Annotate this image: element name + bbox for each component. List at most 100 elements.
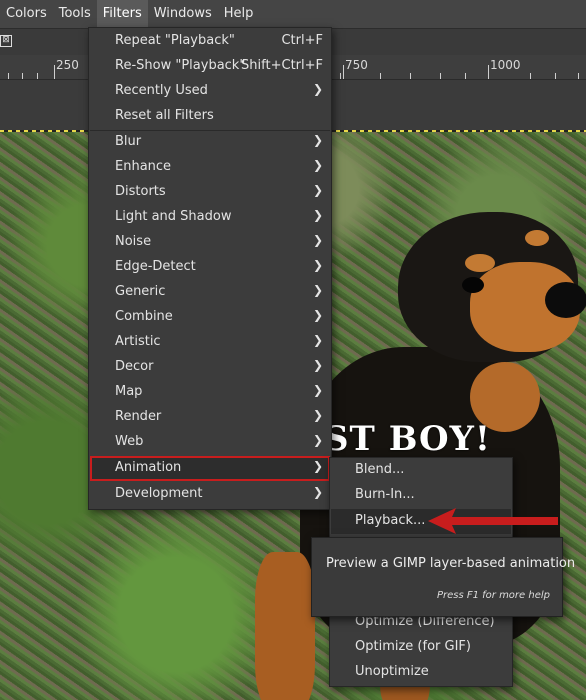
ruler-tick: [37, 73, 38, 79]
menu-item-label: Edge-Detect: [115, 259, 196, 274]
menu-item-render[interactable]: Render ❯: [90, 405, 330, 430]
chevron-right-icon: ❯: [312, 183, 323, 197]
menu-item-label: Repeat "Playback": [115, 33, 235, 48]
menu-item-label: Blend...: [355, 462, 405, 477]
menu-item-reset-filters[interactable]: Reset all Filters: [90, 104, 330, 129]
tooltip: Preview a GIMP layer-based animation Pre…: [311, 537, 575, 617]
ruler-tick: [410, 73, 411, 79]
menu-item-blur[interactable]: Blur ❯: [90, 130, 330, 155]
menu-item-combine[interactable]: Combine ❯: [90, 305, 330, 330]
dog-brow: [525, 230, 549, 246]
menu-help[interactable]: Help: [218, 0, 260, 28]
ruler-tick: [22, 73, 23, 79]
menu-item-label: Map: [115, 384, 143, 399]
menu-item-label: Render: [115, 409, 162, 424]
menu-item-unoptimize[interactable]: Unoptimize: [331, 660, 511, 685]
ruler-tick: [440, 73, 441, 79]
chevron-right-icon: ❯: [312, 433, 323, 447]
chevron-right-icon: ❯: [312, 308, 323, 322]
menu-tools[interactable]: Tools: [53, 0, 97, 28]
menu-item-label: Animation: [115, 460, 182, 475]
menu-item-edge-detect[interactable]: Edge-Detect ❯: [90, 255, 330, 280]
chevron-right-icon: ❯: [312, 333, 323, 347]
menubar: Colors Tools Filters Windows Help: [0, 0, 586, 28]
ruler-label: 1000: [490, 58, 521, 72]
ruler-label: 250: [56, 58, 79, 72]
menu-item-blend[interactable]: Blend...: [331, 458, 511, 483]
menu-item-enhance[interactable]: Enhance ❯: [90, 155, 330, 180]
menu-item-noise[interactable]: Noise ❯: [90, 230, 330, 255]
menu-item-label: Noise: [115, 234, 152, 249]
menu-item-reshow[interactable]: Re-Show "Playback" Shift+Ctrl+F: [90, 54, 330, 79]
dog-eye: [462, 277, 484, 293]
chevron-right-icon: ❯: [312, 358, 323, 372]
chevron-right-icon: ❯: [312, 233, 323, 247]
menu-item-label: Artistic: [115, 334, 161, 349]
ruler-tick: [465, 73, 466, 79]
menu-item-map[interactable]: Map ❯: [90, 380, 330, 405]
ruler-tick: [578, 73, 579, 79]
chevron-right-icon: ❯: [312, 408, 323, 422]
chevron-right-icon: ❯: [312, 485, 323, 499]
menu-item-label: Reset all Filters: [115, 108, 214, 123]
chevron-right-icon: ❯: [312, 158, 323, 172]
chevron-right-icon: ❯: [312, 133, 323, 147]
shortcut-label: Shift+Ctrl+F: [241, 58, 323, 73]
menu-item-label: Recently Used: [115, 83, 208, 98]
chevron-right-icon: ❯: [312, 459, 323, 473]
close-image-icon[interactable]: ⊠: [0, 35, 12, 47]
menu-item-label: Web: [115, 434, 144, 449]
shortcut-label: Ctrl+F: [281, 33, 323, 48]
chevron-right-icon: ❯: [312, 208, 323, 222]
menu-colors[interactable]: Colors: [0, 0, 53, 28]
menu-item-development[interactable]: Development ❯: [90, 482, 330, 507]
menu-item-generic[interactable]: Generic ❯: [90, 280, 330, 305]
ruler-tick: [340, 73, 341, 79]
ruler-tick: [8, 73, 9, 79]
tooltip-help-hint: Press F1 for more help: [436, 590, 550, 601]
menu-item-repeat[interactable]: Repeat "Playback" Ctrl+F: [90, 29, 330, 54]
menu-item-decor[interactable]: Decor ❯: [90, 355, 330, 380]
chevron-right-icon: ❯: [312, 82, 323, 96]
dog-nose: [545, 282, 586, 318]
ruler-tick: [343, 65, 344, 79]
ruler-tick: [555, 73, 556, 79]
menu-item-recently-used[interactable]: Recently Used ❯: [90, 79, 330, 104]
ruler-tick: [530, 73, 531, 79]
tooltip-text: Preview a GIMP layer-based animation: [326, 556, 576, 571]
menu-item-label: Light and Shadow: [115, 209, 232, 224]
image-caption-text: ST BOY!: [324, 419, 491, 459]
menu-item-light-and-shadow[interactable]: Light and Shadow ❯: [90, 205, 330, 230]
menu-item-label: Burn-In...: [355, 487, 415, 502]
menu-windows[interactable]: Windows: [148, 0, 218, 28]
chevron-right-icon: ❯: [312, 258, 323, 272]
menu-item-label: Combine: [115, 309, 173, 324]
red-arrow-left-icon: [428, 508, 558, 534]
ruler-tick: [54, 65, 55, 79]
menu-item-web[interactable]: Web ❯: [90, 430, 330, 455]
menu-item-label: Unoptimize: [355, 664, 429, 679]
menu-item-distorts[interactable]: Distorts ❯: [90, 180, 330, 205]
menu-item-label: Enhance: [115, 159, 172, 174]
ruler-label: 750: [345, 58, 368, 72]
dog-brow: [465, 254, 495, 272]
menu-item-label: Decor: [115, 359, 154, 374]
menu-item-optimize-gif[interactable]: Optimize (for GIF): [331, 635, 511, 660]
menu-item-label: Playback...: [355, 513, 426, 528]
menu-item-animation[interactable]: Animation ❯: [90, 456, 330, 481]
dog-leg: [255, 552, 315, 700]
menu-item-label: Development: [115, 486, 203, 501]
chevron-right-icon: ❯: [312, 383, 323, 397]
filters-menu: Repeat "Playback" Ctrl+F Re-Show "Playba…: [88, 27, 332, 510]
menu-item-label: Optimize (for GIF): [355, 639, 471, 654]
chevron-right-icon: ❯: [312, 283, 323, 297]
menu-item-label: Generic: [115, 284, 166, 299]
ruler-tick: [380, 73, 381, 79]
menu-item-burn-in[interactable]: Burn-In...: [331, 483, 511, 508]
menu-item-label: Blur: [115, 134, 142, 149]
menu-item-artistic[interactable]: Artistic ❯: [90, 330, 330, 355]
menu-filters[interactable]: Filters: [96, 0, 148, 28]
menu-item-label: Distorts: [115, 184, 166, 199]
ruler-tick: [488, 65, 489, 79]
menu-item-label: Re-Show "Playback": [115, 58, 246, 73]
